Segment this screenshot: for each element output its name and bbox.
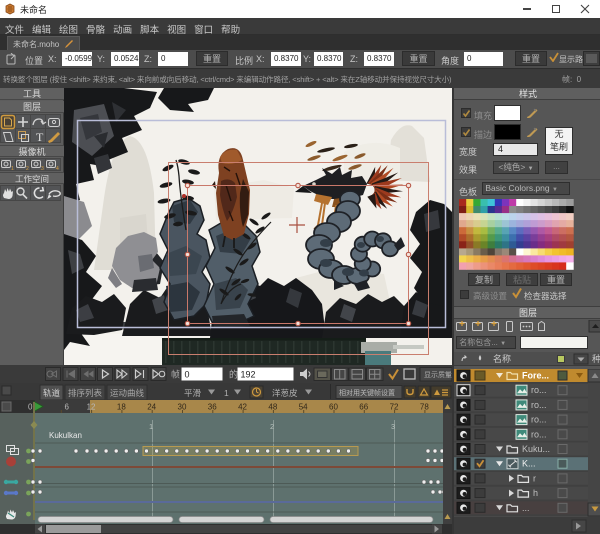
svg-text:T: T (36, 130, 44, 144)
svg-text:ro...: ro... (531, 385, 547, 395)
svg-text:1: 1 (149, 422, 153, 431)
svg-text:的: 的 (229, 369, 238, 380)
svg-text:帧: 帧 (171, 369, 180, 380)
svg-text:...: ... (522, 503, 530, 513)
svg-text:3: 3 (41, 166, 44, 171)
svg-text:ro...: ro... (531, 429, 547, 439)
svg-text:K...: K... (522, 459, 536, 469)
svg-text:ro...: ro... (531, 415, 547, 425)
svg-text:0: 0 (185, 370, 190, 380)
svg-text:洋葱皮: 洋葱皮 (272, 388, 298, 398)
svg-text:0: 0 (28, 403, 33, 412)
svg-text:ro...: ro... (531, 400, 547, 410)
svg-text:6: 6 (65, 403, 70, 412)
svg-text:3: 3 (391, 422, 395, 431)
svg-text:Kuku...: Kuku... (522, 444, 550, 454)
svg-text:种: 种 (592, 353, 600, 364)
svg-text:2: 2 (26, 166, 29, 171)
svg-text:Fore...: Fore... (522, 371, 549, 381)
svg-text:排序列表: 排序列表 (68, 388, 103, 398)
svg-text:Kukulkan: Kukulkan (49, 431, 82, 440)
svg-text:h: h (533, 488, 538, 498)
svg-text:相对用关键帧设置: 相对用关键帧设置 (339, 388, 395, 397)
svg-text:4: 4 (56, 166, 59, 171)
svg-text:2: 2 (270, 422, 274, 431)
svg-text:名称: 名称 (493, 353, 511, 364)
svg-text:1: 1 (224, 388, 229, 398)
svg-text:运动曲线: 运动曲线 (110, 388, 145, 398)
svg-text:平滑: 平滑 (184, 388, 202, 398)
svg-text:192: 192 (241, 370, 256, 380)
svg-text:1: 1 (11, 166, 14, 171)
svg-text:r: r (533, 473, 536, 483)
svg-text:轨道: 轨道 (43, 388, 61, 398)
